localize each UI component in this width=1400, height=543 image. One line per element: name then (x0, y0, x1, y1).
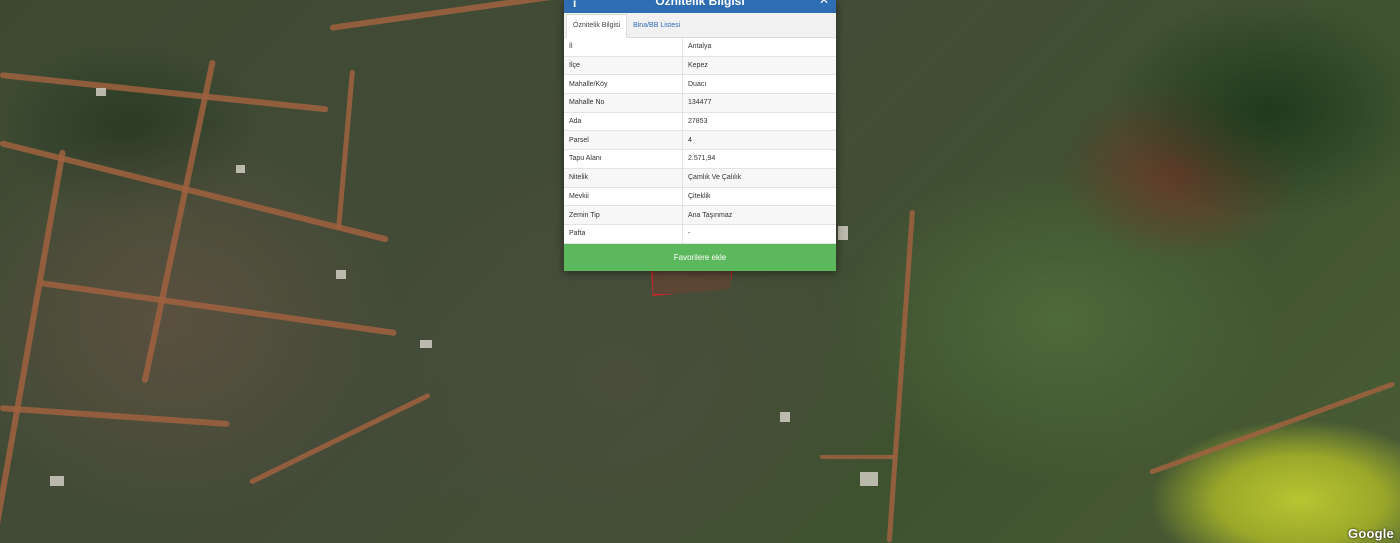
table-row: İlçe Kepez (564, 56, 836, 76)
attribute-key: Tapu Alanı (564, 149, 683, 169)
attribute-value: - (682, 224, 836, 244)
tab-attribute-info[interactable]: Öznitelik Bilgisi (566, 14, 628, 38)
map-road (39, 280, 397, 337)
map-road (248, 392, 431, 485)
map-road (886, 209, 915, 543)
attribute-key: Mahalle/Köy (564, 74, 683, 95)
attribute-key: İl (564, 38, 683, 57)
attribute-key: Parsel (564, 130, 683, 151)
selected-parcel-outline[interactable] (651, 268, 733, 296)
attribute-value: Çamlık Ve Çalılık (682, 168, 836, 188)
tab-building-list[interactable]: Bina/BB Listesi (627, 15, 686, 37)
map-road (1149, 381, 1396, 475)
close-icon[interactable]: ✕ (819, 0, 829, 7)
attribute-value: Antalya (682, 38, 836, 57)
attribute-value: Duacı (682, 74, 836, 95)
google-logo: Google (1348, 526, 1394, 541)
attribute-value: 4 (682, 130, 836, 151)
map-building (838, 226, 848, 240)
attribute-info-panel: i Öznitelik Bilgisi ✕ Öznitelik Bilgisi … (564, 0, 836, 271)
table-row: Mahalle No 134477 (564, 93, 836, 113)
attribute-key: Mahalle No (564, 93, 683, 113)
map-building (96, 88, 106, 96)
attribute-value: 2.571,94 (682, 149, 836, 169)
add-to-favorites-button[interactable]: Favorilere ekle (564, 243, 836, 271)
table-row: Mahalle/Köy Duacı (564, 74, 836, 95)
attribute-key: Zemin Tip (564, 205, 683, 225)
map-building (420, 340, 432, 348)
table-row: Pafta - (564, 224, 836, 244)
map-road (141, 59, 216, 384)
map-road (336, 69, 355, 230)
map-building (780, 412, 790, 422)
attribute-value: 134477 (682, 93, 836, 113)
panel-title: Öznitelik Bilgisi (655, 0, 745, 8)
table-row: Zemin Tip Ana Taşınmaz (564, 205, 836, 225)
table-row: Nitelik Çamlık Ve Çalılık (564, 168, 836, 188)
table-row: İl Antalya (564, 38, 836, 57)
map-building (860, 472, 878, 486)
map-road (0, 405, 230, 428)
map-road (820, 455, 895, 459)
attribute-key: İlçe (564, 56, 683, 76)
attribute-value: Kepez (682, 56, 836, 76)
attribute-value: Ana Taşınmaz (682, 205, 836, 225)
attribute-key: Mevkii (564, 187, 683, 207)
table-row: Tapu Alanı 2.571,94 (564, 149, 836, 169)
attribute-value: Çiteklik (682, 187, 836, 207)
attribute-key: Nitelik (564, 168, 683, 188)
table-row: Ada 27853 (564, 112, 836, 132)
attribute-key: Ada (564, 112, 683, 132)
map-road (329, 0, 559, 31)
attribute-table: İl Antalya İlçe Kepez Mahalle/Köy Duacı Mah… (564, 38, 836, 244)
attribute-key: Pafta (564, 224, 683, 244)
panel-header: i Öznitelik Bilgisi ✕ (564, 0, 836, 13)
table-row: Parsel 4 (564, 130, 836, 151)
map-road (0, 72, 329, 113)
panel-tabs: Öznitelik Bilgisi Bina/BB Listesi (564, 13, 836, 38)
map-building (336, 270, 346, 279)
table-row: Mevkii Çiteklik (564, 187, 836, 207)
map-building (236, 165, 245, 173)
map-building (50, 476, 64, 486)
attribute-value: 27853 (682, 112, 836, 132)
